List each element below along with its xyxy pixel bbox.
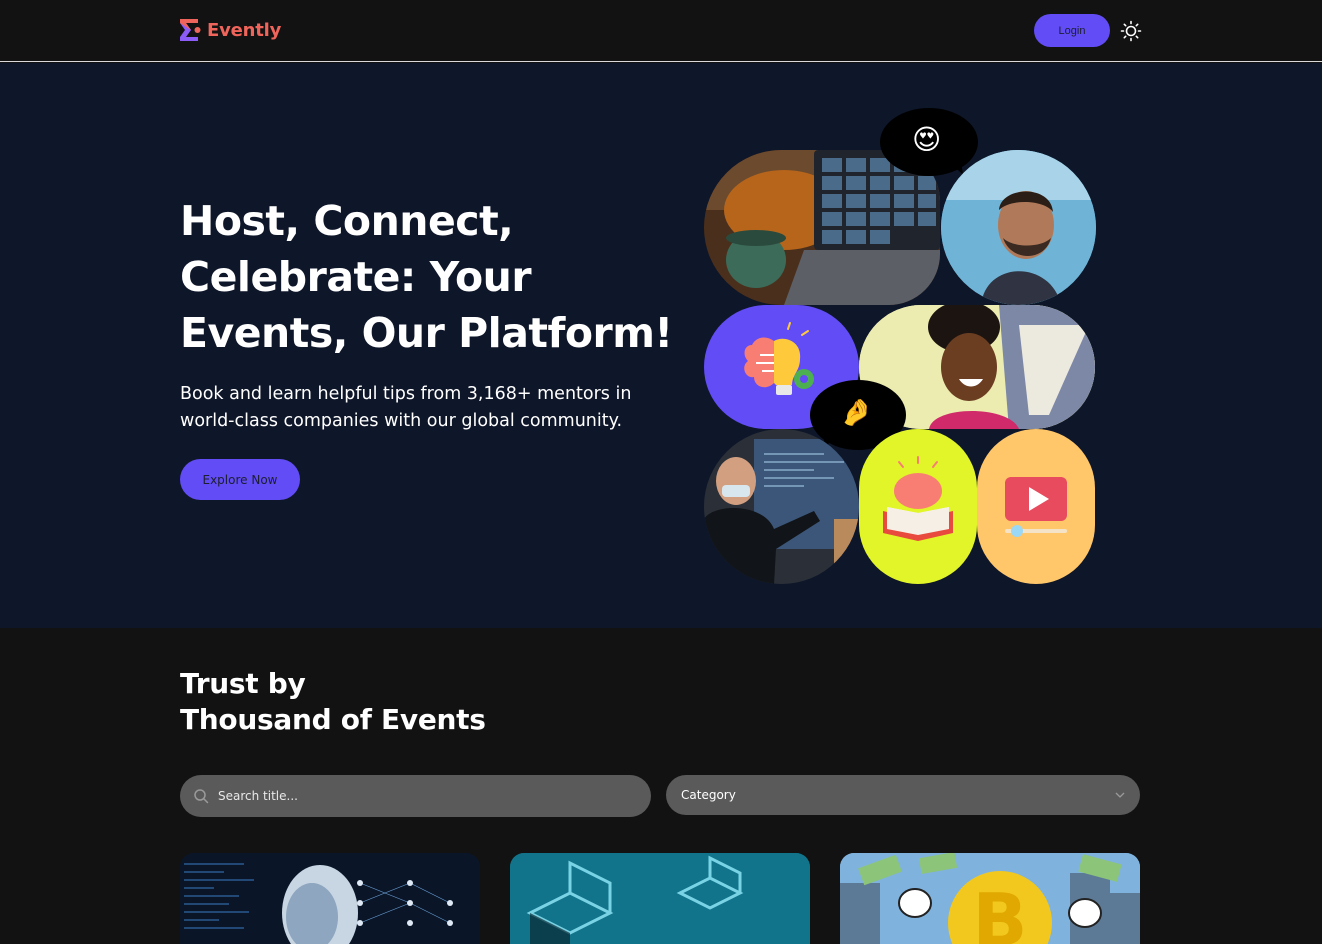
sun-icon[interactable]: [1120, 20, 1142, 42]
heart-eyes-emoji: 😍: [912, 123, 942, 156]
hero-subtitle-line: Book and learn helpful tips from 3,168+ …: [180, 384, 632, 404]
laughing-man-photo: [941, 150, 1096, 305]
chevron-down-icon: [1115, 792, 1125, 798]
hero-subtitle: Book and learn helpful tips from 3,168+ …: [180, 381, 670, 435]
explore-now-button[interactable]: Explore Now: [180, 459, 300, 500]
video-play-tile: [977, 429, 1095, 584]
event-card-blockchain[interactable]: [510, 853, 810, 944]
hero-title-line: Host, Connect,: [180, 197, 514, 245]
bitcoin-cartoon-image: B: [840, 853, 1140, 944]
trust-section-title: Trust by Thousand of Events: [180, 666, 486, 738]
category-select-label: Category: [681, 788, 736, 802]
brain-book-tile: [859, 429, 977, 584]
search-icon: [194, 789, 209, 804]
search-input[interactable]: [218, 789, 618, 803]
heart-eyes-bubble: 😍: [880, 108, 978, 178]
hero-title-line: Events, Our Platform!: [180, 309, 673, 357]
hero-title: Host, Connect, Celebrate: Your Events, O…: [180, 193, 680, 361]
video-call-photo: [704, 150, 940, 305]
trust-title-line: Thousand of Events: [180, 703, 486, 736]
event-card-ai[interactable]: [180, 853, 480, 944]
pinch-emoji: 🤌: [840, 398, 873, 428]
category-select[interactable]: Category: [666, 775, 1140, 815]
search-bar[interactable]: [180, 775, 651, 817]
brand-logo[interactable]: Evently: [180, 19, 281, 41]
svg-text:B: B: [973, 878, 1028, 944]
evently-logo-icon: [180, 19, 201, 41]
blockchain-cubes-image: [510, 853, 810, 944]
hero-collage: 😍 🤌: [704, 108, 1099, 588]
trust-title-line: Trust by: [180, 667, 306, 700]
hero-title-line: Celebrate: Your: [180, 253, 532, 301]
hero-section: Host, Connect, Celebrate: Your Events, O…: [0, 63, 1322, 628]
brand-name: Evently: [207, 19, 282, 41]
hero-subtitle-line: world-class companies with our global co…: [180, 411, 623, 431]
event-card-bitcoin[interactable]: B: [840, 853, 1140, 944]
ai-neural-network-image: [180, 853, 480, 944]
presenter-photo: [704, 429, 859, 584]
login-button[interactable]: Login: [1034, 14, 1110, 47]
top-navbar: Evently Login: [0, 0, 1322, 62]
